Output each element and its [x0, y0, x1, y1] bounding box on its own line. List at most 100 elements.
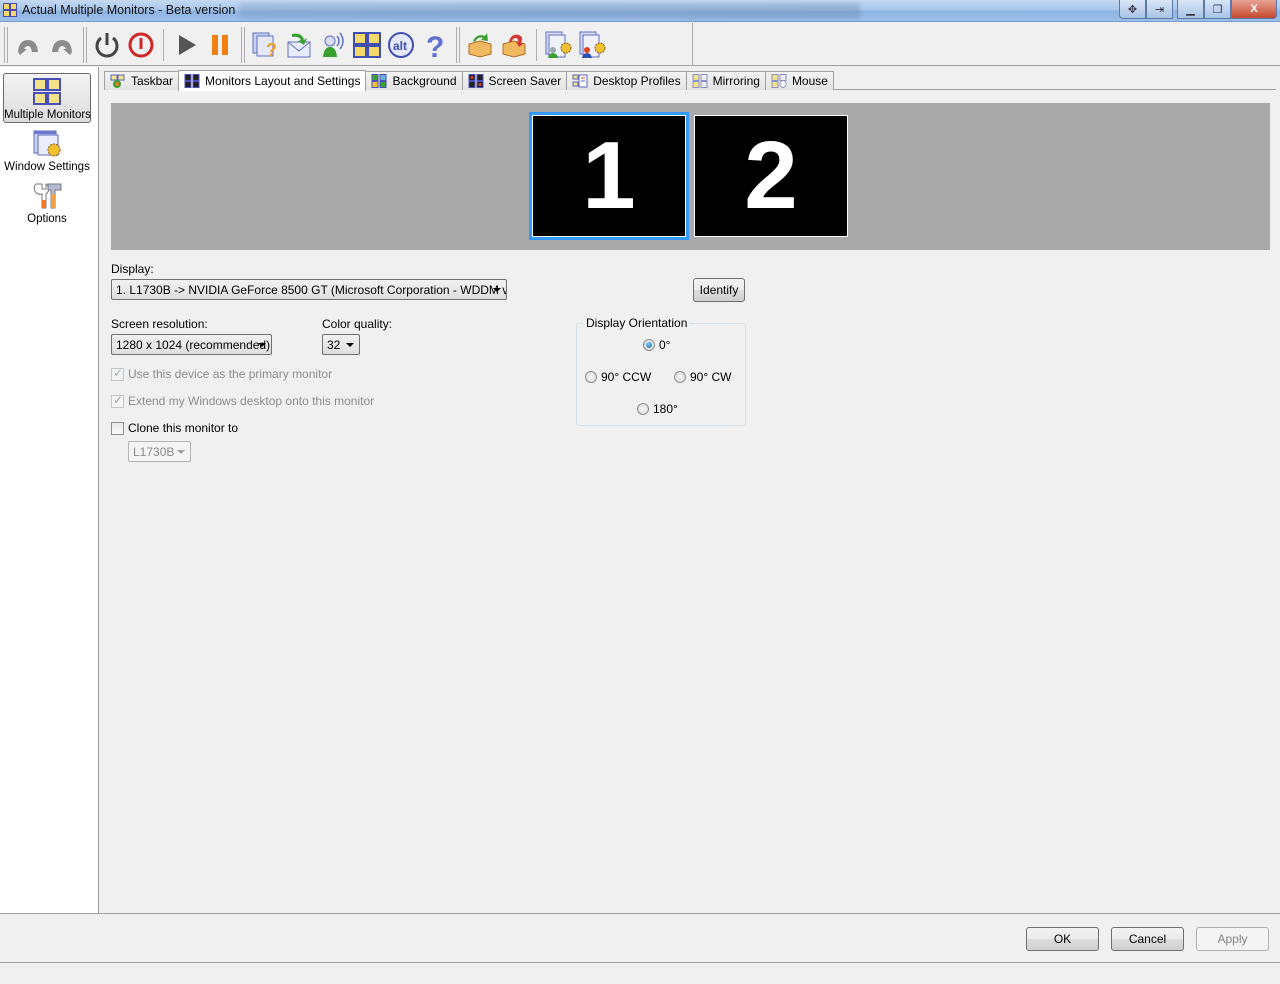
tab-mouse[interactable]: Mouse	[764, 71, 834, 90]
close-button[interactable]: X	[1231, 0, 1277, 19]
clone-target-value: L1730B	[133, 445, 175, 459]
minimize-button[interactable]: ▁	[1177, 0, 1204, 19]
clone-monitor-checkbox[interactable]: Clone this monitor to	[111, 421, 238, 435]
sidebar-item-multiple-monitors[interactable]: Multiple Monitors	[3, 73, 91, 123]
orientation-90ccw-radio[interactable]: 90° CCW	[585, 370, 651, 384]
export-box-icon	[502, 34, 526, 58]
globe-icon: alt	[388, 31, 414, 58]
cancel-button-label: Cancel	[1128, 932, 1167, 946]
title-bar[interactable]: Actual Multiple Monitors - Beta version …	[0, 0, 1280, 22]
apply-button[interactable]: Apply	[1196, 927, 1269, 951]
identify-button[interactable]: Identify	[693, 278, 745, 302]
window-title: Actual Multiple Monitors - Beta version	[22, 3, 236, 17]
tab-monitors-layout[interactable]: Monitors Layout and Settings	[178, 70, 367, 91]
orientation-180-radio[interactable]: 180°	[637, 402, 678, 416]
identify-button-label: Identify	[699, 283, 739, 297]
import-button[interactable]	[463, 27, 497, 63]
profile-settings-button[interactable]	[542, 27, 576, 63]
display-orientation-title: Display Orientation	[583, 316, 691, 330]
app-icon	[3, 3, 17, 17]
power-on-button[interactable]	[90, 27, 124, 63]
chevron-down-icon	[177, 450, 185, 454]
tab-desktop-profiles[interactable]: Desktop Profiles	[566, 71, 687, 90]
toolbar-grip[interactable]	[4, 26, 8, 63]
chevron-down-icon	[258, 343, 266, 347]
orientation-90cw-radio[interactable]: 90° CW	[674, 370, 731, 384]
tab-mirroring[interactable]: Mirroring	[685, 71, 766, 90]
stop-icon	[128, 32, 154, 57]
help-topics-button[interactable]: ?	[248, 27, 282, 63]
tab-label: Desktop Profiles	[593, 74, 681, 88]
svg-text:?: ?	[426, 31, 444, 60]
question-icon: ?	[426, 31, 444, 60]
website-button[interactable]: alt	[384, 27, 418, 63]
sidebar-item-window-settings[interactable]: Window Settings	[3, 126, 91, 176]
sidebar: Multiple Monitors Window Settings Option…	[0, 67, 99, 913]
ok-button-label: OK	[1053, 932, 1072, 946]
tab-taskbar[interactable]: Taskbar	[104, 71, 180, 90]
orientation-option-label: 90° CCW	[601, 370, 652, 384]
maximize-button[interactable]: ❐	[1204, 0, 1231, 19]
close-icon: X	[1250, 3, 1258, 15]
maximize-icon: ❐	[1212, 3, 1223, 16]
orientation-option-label: 90° CW	[690, 370, 732, 384]
color-quality-select[interactable]: 32	[322, 334, 360, 355]
user-settings-icon	[579, 31, 606, 58]
orientation-0-radio[interactable]: 0°	[643, 338, 670, 352]
chevron-down-icon	[346, 343, 354, 347]
user-settings-button[interactable]	[576, 27, 610, 63]
mail-icon	[287, 33, 311, 57]
monitor-number: 1	[582, 122, 636, 229]
display-select-value: 1. L1730B -> NVIDIA GeForce 8500 GT (Mic…	[116, 283, 507, 297]
screen-resolution-select[interactable]: 1280 x 1024 (recommended)	[111, 334, 272, 355]
undo-button[interactable]	[11, 27, 45, 63]
primary-monitor-checkbox[interactable]: ✓ Use this device as the primary monitor	[111, 366, 333, 381]
toolbar-grip[interactable]	[241, 26, 245, 63]
redo-icon	[52, 39, 74, 55]
cancel-button[interactable]: Cancel	[1111, 927, 1184, 951]
primary-monitor-label: Use this device as the primary monitor	[128, 367, 333, 381]
clone-target-select[interactable]: L1730B	[128, 441, 191, 462]
clone-monitor-label: Clone this monitor to	[128, 421, 239, 435]
monitor-2[interactable]: 2	[694, 115, 848, 237]
pause-button[interactable]	[203, 27, 237, 63]
tab-strip: Taskbar Monitors Layout and Settings Bac…	[104, 70, 834, 91]
tab-label: Monitors Layout and Settings	[205, 74, 361, 88]
monitors-grid-icon	[353, 31, 381, 58]
screen-resolution-label: Screen resolution:	[111, 317, 208, 331]
tab-screen-saver[interactable]: Screen Saver	[461, 71, 568, 90]
toolbar-grip[interactable]	[83, 26, 87, 63]
checkmark-icon: ✓	[113, 392, 124, 407]
multiple-monitors-icon	[33, 78, 61, 105]
minimize-icon: ▁	[1186, 3, 1195, 16]
chevron-down-icon	[493, 288, 501, 292]
orientation-option-label: 0°	[659, 338, 671, 352]
window-settings-icon	[33, 130, 61, 157]
mouse-icon	[771, 74, 787, 88]
toolbar: ? alt ?	[0, 23, 1280, 66]
import-box-icon	[468, 32, 492, 58]
start-button[interactable]	[169, 27, 203, 63]
background-window-blur	[240, 3, 860, 19]
display-select[interactable]: 1. L1730B -> NVIDIA GeForce 8500 GT (Mic…	[111, 279, 507, 300]
extend-desktop-checkbox[interactable]: ✓ Extend my Windows desktop onto this mo…	[111, 392, 374, 408]
profile-settings-icon	[545, 31, 572, 58]
restore-in-button[interactable]: ⇥	[1146, 0, 1173, 19]
monitor-number: 2	[744, 122, 798, 229]
monitor-1[interactable]: 1	[529, 112, 689, 240]
redo-button[interactable]	[45, 27, 79, 63]
tab-label: Taskbar	[131, 74, 174, 88]
help-button[interactable]: ?	[418, 27, 452, 63]
export-button[interactable]	[497, 27, 531, 63]
sidebar-item-options[interactable]: Options	[3, 178, 91, 228]
ok-button[interactable]: OK	[1026, 927, 1099, 951]
background-icon	[371, 74, 387, 88]
layout-button[interactable]	[350, 27, 384, 63]
power-icon	[95, 32, 119, 57]
send-feedback-button[interactable]	[282, 27, 316, 63]
power-off-button[interactable]	[124, 27, 158, 63]
tab-background[interactable]: Background	[365, 71, 463, 90]
move-button[interactable]: ✥	[1119, 0, 1146, 19]
support-button[interactable]	[316, 27, 350, 63]
toolbar-grip[interactable]	[456, 26, 460, 63]
